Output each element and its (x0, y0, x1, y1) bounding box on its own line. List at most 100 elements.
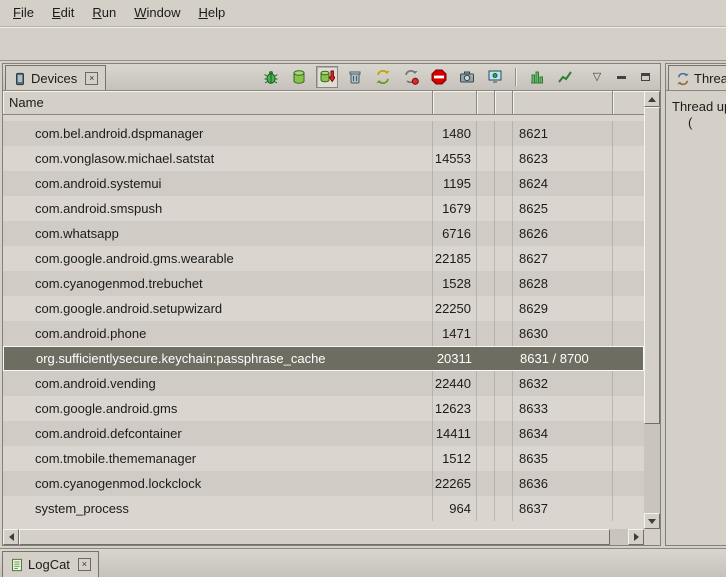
vertical-scroll-thumb[interactable] (644, 107, 660, 424)
cell-c4 (495, 446, 513, 471)
cell-c3 (477, 196, 495, 221)
update-threads-button[interactable] (372, 66, 394, 88)
menu-edit[interactable]: Edit (43, 1, 83, 25)
cause-gc-button[interactable] (344, 66, 366, 88)
table-row[interactable]: com.google.android.setupwizard222508629 (3, 296, 644, 321)
cell-fill (613, 221, 644, 246)
column-header-name[interactable]: Name (3, 91, 433, 115)
cell-fill (613, 496, 644, 521)
cell-c4 (495, 246, 513, 271)
column-header-c4[interactable] (495, 91, 513, 115)
cell-fill (613, 196, 644, 221)
column-header-pid[interactable] (433, 91, 477, 115)
cell-port: 8631 / 8700 (514, 347, 614, 370)
cell-pid: 14411 (433, 421, 477, 446)
table-row[interactable]: com.android.smspush16798625 (3, 196, 644, 221)
table-row[interactable]: com.bel.android.dspmanager14808621 (3, 121, 644, 146)
cell-port: 8632 (513, 371, 613, 396)
column-header-filler (613, 91, 644, 115)
table-row[interactable]: com.android.phone14718630 (3, 321, 644, 346)
stop-process-button[interactable] (428, 66, 450, 88)
cell-name: com.google.android.setupwizard (3, 296, 433, 321)
scroll-up-button[interactable] (644, 91, 660, 107)
menu-file[interactable]: File (4, 1, 43, 25)
table-row[interactable]: org.sufficientlysecure.keychain:passphra… (3, 346, 644, 371)
cell-pid: 12623 (433, 396, 477, 421)
table-row[interactable]: com.android.systemui11958624 (3, 171, 644, 196)
tab-logcat[interactable]: LogCat × (2, 551, 99, 577)
arrow-left-icon (5, 533, 14, 541)
cell-pid: 22440 (433, 371, 477, 396)
cell-c4 (495, 296, 513, 321)
start-opengl-trace-button[interactable] (554, 66, 576, 88)
cell-name: org.sufficientlysecure.keychain:passphra… (4, 347, 434, 370)
close-icon[interactable]: × (85, 72, 98, 85)
vertical-scroll-track[interactable] (644, 107, 660, 513)
table-row[interactable]: com.google.android.gms126238633 (3, 396, 644, 421)
cell-pid: 1480 (433, 121, 477, 146)
cell-pid: 1512 (433, 446, 477, 471)
horizontal-scrollbar[interactable] (3, 529, 644, 545)
start-method-profiling-button[interactable] (400, 66, 422, 88)
cell-port: 8623 (513, 146, 613, 171)
table-row[interactable]: com.google.android.gms.wearable221858627 (3, 246, 644, 271)
scroll-left-button[interactable] (3, 529, 19, 545)
device-icon (13, 72, 27, 86)
screen-capture-button[interactable] (456, 66, 478, 88)
close-icon[interactable]: × (78, 558, 91, 571)
table-row[interactable]: com.vonglasow.michael.satstat145538623 (3, 146, 644, 171)
threads-message: Thread up ( (666, 91, 726, 139)
table-row[interactable]: com.cyanogenmod.trebuchet15288628 (3, 271, 644, 296)
cell-c3 (478, 347, 496, 370)
cell-c4 (496, 347, 514, 370)
tab-devices[interactable]: Devices × (5, 65, 106, 91)
cell-c3 (477, 296, 495, 321)
cell-name: com.cyanogenmod.trebuchet (3, 271, 433, 296)
tab-threads-label: Threads (694, 71, 726, 86)
cell-name: com.android.phone (3, 321, 433, 346)
update-heap-button[interactable] (288, 66, 310, 88)
view-menu-button[interactable]: ▽ (586, 66, 608, 88)
cell-fill (613, 271, 644, 296)
devices-tab-row: Devices × ▽ (3, 64, 660, 91)
menu-window[interactable]: Window (125, 1, 189, 25)
cell-fill (613, 421, 644, 446)
cell-c3 (477, 221, 495, 246)
screen-record-button[interactable] (484, 66, 506, 88)
table-row[interactable]: com.cyanogenmod.lockclock222658636 (3, 471, 644, 496)
cell-port: 8627 (513, 246, 613, 271)
cell-port: 8633 (513, 396, 613, 421)
cell-port: 8628 (513, 271, 613, 296)
cell-name: com.vonglasow.michael.satstat (3, 146, 433, 171)
minimize-button[interactable] (610, 66, 632, 88)
scroll-down-button[interactable] (644, 513, 660, 529)
maximize-button[interactable] (634, 66, 656, 88)
cell-c4 (495, 321, 513, 346)
threads-message-line1: Thread up (672, 99, 726, 115)
scroll-right-button[interactable] (628, 529, 644, 545)
table-row[interactable]: com.whatsapp67168626 (3, 221, 644, 246)
devices-toolbar (260, 66, 578, 88)
table-row[interactable]: system_process9648637 (3, 496, 644, 521)
threads-tab-row: Threads × (666, 64, 726, 91)
threads-panel: Threads × Thread up ( (665, 63, 726, 546)
table-row[interactable]: com.android.defcontainer144118634 (3, 421, 644, 446)
maximize-icon (641, 73, 650, 81)
cell-pid: 22250 (433, 296, 477, 321)
dump-hprof-button[interactable] (316, 66, 338, 88)
tab-threads[interactable]: Threads × (668, 65, 726, 91)
menu-run[interactable]: Run (83, 1, 125, 25)
horizontal-scroll-thumb[interactable] (19, 529, 610, 545)
debug-process-button[interactable] (260, 66, 282, 88)
cell-name: com.whatsapp (3, 221, 433, 246)
column-header-port[interactable] (513, 91, 613, 115)
table-row[interactable]: com.android.vending224408632 (3, 371, 644, 396)
cell-name: system_process (3, 496, 433, 521)
column-header-c3[interactable] (477, 91, 495, 115)
table-row[interactable]: com.tmobile.thememanager15128635 (3, 446, 644, 471)
capture-systrace-button[interactable] (526, 66, 548, 88)
vertical-scrollbar[interactable] (644, 91, 660, 529)
cell-c3 (477, 146, 495, 171)
horizontal-scroll-track[interactable] (19, 529, 628, 545)
menu-help[interactable]: Help (189, 1, 234, 25)
